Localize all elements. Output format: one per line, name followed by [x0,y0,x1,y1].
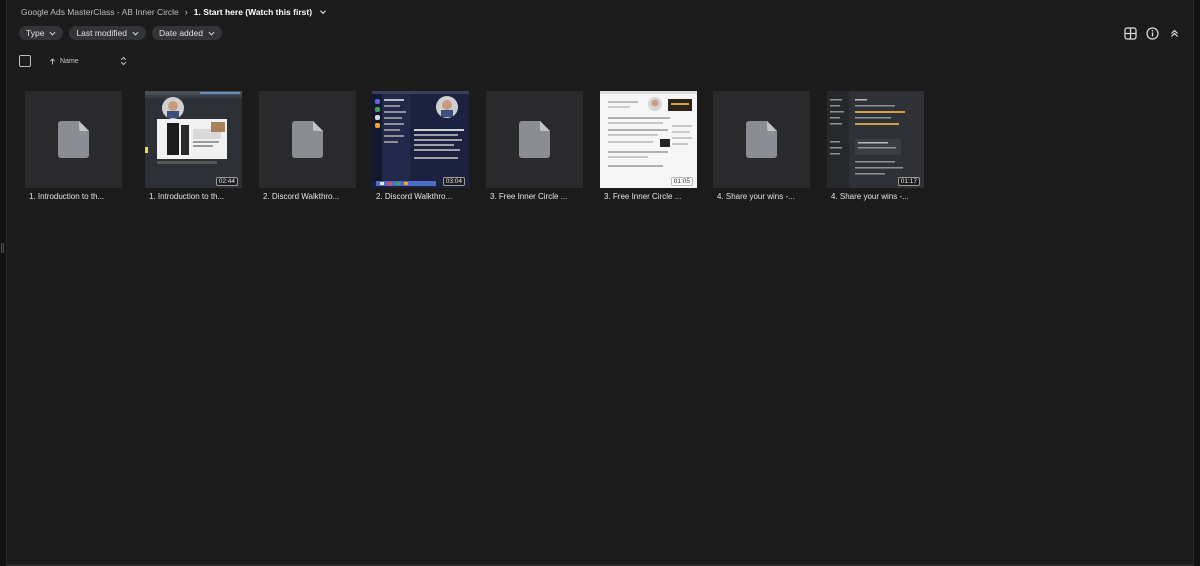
chevron-down-icon [132,31,139,36]
select-all-checkbox[interactable] [19,55,31,67]
video-duration: 02:44 [215,177,238,186]
video-preview-image [600,91,697,188]
breadcrumb-current[interactable]: 1. Start here (Watch this first) [194,7,312,17]
file-tile[interactable]: 02:44 1. Introduction to th... [145,91,242,209]
video-preview-image [372,91,469,188]
chevron-down-icon [208,31,215,36]
filter-last-modified-button[interactable]: Last modified [69,26,146,40]
video-thumbnail: 02:44 [145,91,242,188]
filter-type-button[interactable]: Type [19,26,64,40]
filter-bar: Type Last modified Date added [19,26,222,40]
file-grid: 1. Introduction to th... 02:44 1. Introd… [25,91,1125,211]
file-icon [746,121,777,158]
grid-view-icon[interactable] [1123,26,1137,40]
file-tile[interactable]: 3. Free Inner Circle ... [486,91,583,209]
view-toolbar [1123,26,1181,40]
filter-date-added-button[interactable]: Date added [152,26,222,40]
breadcrumb: Google Ads MasterClass - AB Inner Circle… [21,5,328,18]
list-header: Name [19,54,129,68]
video-thumbnail: 03:04 [372,91,469,188]
filter-last-modified-label: Last modified [76,28,127,38]
file-tile[interactable]: 2. Discord Walkthro... [259,91,356,209]
file-tile[interactable]: 1. Introduction to th... [25,91,122,209]
file-tile[interactable]: 03:04 2. Discord Walkthro... [372,91,469,209]
filter-type-label: Type [26,28,45,38]
file-name: 1. Introduction to th... [29,192,105,201]
file-tile[interactable]: 01:17 4. Share your wins -... [827,91,924,209]
info-icon[interactable] [1145,26,1159,40]
file-icon [58,121,89,158]
sort-toggle-icon[interactable] [119,55,129,67]
file-tile[interactable]: 01:05 3. Free Inner Circle ... [600,91,697,209]
filter-date-added-label: Date added [159,28,203,38]
file-name: 3. Free Inner Circle ... [604,192,682,201]
file-name: 1. Introduction to th... [149,192,225,201]
name-column-label: Name [60,57,79,65]
video-preview-image [145,91,242,188]
video-thumbnail: 01:17 [827,91,924,188]
file-name: 2. Discord Walkthro... [263,192,340,201]
chevron-down-icon[interactable] [318,7,328,17]
chevron-down-icon [49,31,56,36]
file-name: 2. Discord Walkthro... [376,192,453,201]
video-duration: 01:17 [897,177,920,186]
video-preview-image [827,91,924,188]
file-tile[interactable]: 4. Share your wins -... [713,91,810,209]
breadcrumb-parent[interactable]: Google Ads MasterClass - AB Inner Circle [21,7,179,17]
breadcrumb-separator-icon: › [184,6,188,17]
file-icon [292,121,323,158]
file-name: 4. Share your wins -... [717,192,795,201]
file-thumbnail [486,91,583,188]
video-duration: 01:05 [670,177,693,186]
video-duration: 03:04 [442,177,465,186]
collapse-icon[interactable] [1167,26,1181,40]
file-thumbnail [25,91,122,188]
file-icon [519,121,550,158]
video-thumbnail: 01:05 [600,91,697,188]
arrow-up-icon [49,57,56,64]
resize-handle[interactable] [1,243,4,253]
sort-by-name-button[interactable]: Name [49,58,79,65]
file-browser-panel: Google Ads MasterClass - AB Inner Circle… [6,0,1194,566]
file-name: 3. Free Inner Circle ... [490,192,568,201]
file-thumbnail [713,91,810,188]
file-thumbnail [259,91,356,188]
file-name: 4. Share your wins -... [831,192,909,201]
